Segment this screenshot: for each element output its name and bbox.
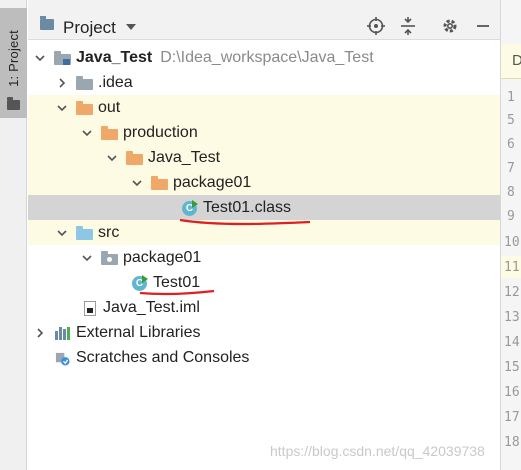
class-file-icon: C [181, 199, 199, 216]
line-number: 17 [504, 410, 520, 425]
line-number: 10 [504, 235, 520, 250]
chevron-down-icon[interactable] [81, 252, 93, 264]
editor-gutter: D 1 5 6 7 8 9 10 11 12 13 14 15 16 17 18 [500, 0, 521, 470]
tree-item-test-class[interactable]: C Test01 [131, 270, 200, 295]
chevron-down-icon[interactable] [56, 227, 68, 239]
chevron-down-icon[interactable] [106, 152, 118, 164]
tree-item-label: package01 [123, 248, 202, 266]
module-folder-icon [54, 50, 72, 66]
libraries-icon [54, 325, 72, 341]
chevron-down-icon[interactable] [81, 127, 93, 139]
package-icon [101, 250, 119, 266]
tree-item-java-test-out[interactable]: Java_Test [106, 145, 220, 170]
tree-item-iml[interactable]: Java_Test.iml [81, 295, 200, 320]
iml-file-icon [81, 300, 99, 316]
tree-item-label: Java_Test [148, 148, 221, 166]
line-number: 12 [504, 285, 520, 300]
java-class-icon: C [131, 274, 149, 291]
line-number: 11 [504, 260, 520, 275]
root-name: Java_Test [76, 48, 153, 66]
project-folder-icon [40, 16, 54, 30]
chevron-down-icon[interactable] [131, 177, 143, 189]
tree-item-label: Test01 [153, 273, 201, 291]
line-number: 16 [504, 385, 520, 400]
excluded-folder-icon [76, 100, 94, 116]
source-folder-icon [76, 225, 94, 241]
tree-item-label: Test01.class [203, 198, 292, 216]
collapse-all-icon[interactable] [398, 16, 418, 36]
chevron-down-icon[interactable] [56, 102, 68, 114]
tree-item-src[interactable]: src [56, 220, 119, 245]
excluded-folder-icon [126, 150, 144, 166]
editor-tab-label: D [512, 52, 521, 69]
tree-item-label: out [98, 98, 121, 116]
project-tool-window-tab[interactable]: 1: Project [0, 8, 27, 118]
tree-item-production[interactable]: production [81, 120, 198, 145]
tree-item-label: production [123, 123, 198, 141]
locate-target-icon[interactable] [366, 16, 386, 36]
tree-item-scratches[interactable]: Scratches and Consoles [54, 345, 249, 370]
editor-tab[interactable]: D [501, 44, 521, 79]
folder-icon [7, 97, 20, 110]
line-number: 14 [504, 335, 520, 350]
tree-item-external-libraries[interactable]: External Libraries [34, 320, 201, 345]
tree-item-root[interactable]: Java_Test D:\Idea_workspace\Java_Test [34, 45, 374, 70]
tree-item-class-file[interactable]: C Test01.class [181, 195, 291, 220]
gear-icon[interactable] [440, 16, 460, 36]
line-number: 8 [507, 185, 515, 200]
chevron-down-icon[interactable] [34, 52, 46, 64]
tree-item-package-src[interactable]: package01 [81, 245, 201, 270]
line-number: 1 [507, 90, 515, 105]
watermark-text: https://blog.csdn.net/qq_42039738 [270, 443, 485, 459]
line-number: 7 [507, 161, 515, 176]
line-number: 13 [504, 310, 520, 325]
chevron-right-icon[interactable] [56, 77, 68, 89]
tree-item-label: External Libraries [76, 323, 201, 341]
line-number: 18 [504, 435, 520, 450]
line-number: 6 [507, 137, 515, 152]
tree-item-package-out[interactable]: package01 [131, 170, 251, 195]
tree-item-label: Java_Test.iml [103, 298, 200, 316]
line-number: 5 [507, 113, 515, 128]
tree-item-label: Scratches and Consoles [76, 348, 250, 366]
folder-icon [76, 75, 94, 91]
line-number: 9 [507, 209, 515, 224]
chevron-right-icon[interactable] [34, 327, 46, 339]
excluded-folder-icon [151, 175, 169, 191]
project-tree: Java_Test D:\Idea_workspace\Java_Test .i… [28, 40, 500, 470]
tool-window-stripe: 1: Project [0, 0, 27, 470]
tree-item-label: src [98, 223, 120, 241]
hide-minus-icon[interactable] [473, 16, 493, 36]
panel-title[interactable]: Project [63, 18, 116, 38]
line-number: 15 [504, 360, 520, 375]
tree-item-label: package01 [173, 173, 252, 191]
scratches-icon [54, 350, 72, 366]
root-path: D:\Idea_workspace\Java_Test [160, 48, 374, 66]
tree-item-label: .idea [98, 73, 133, 91]
tree-item-out[interactable]: out [56, 95, 120, 120]
view-dropdown-caret-icon[interactable] [126, 24, 136, 30]
project-tab-label: 1: Project [6, 30, 21, 87]
project-panel-header: Project [28, 0, 500, 40]
excluded-folder-icon [101, 125, 119, 141]
tree-item-idea[interactable]: .idea [56, 70, 133, 95]
